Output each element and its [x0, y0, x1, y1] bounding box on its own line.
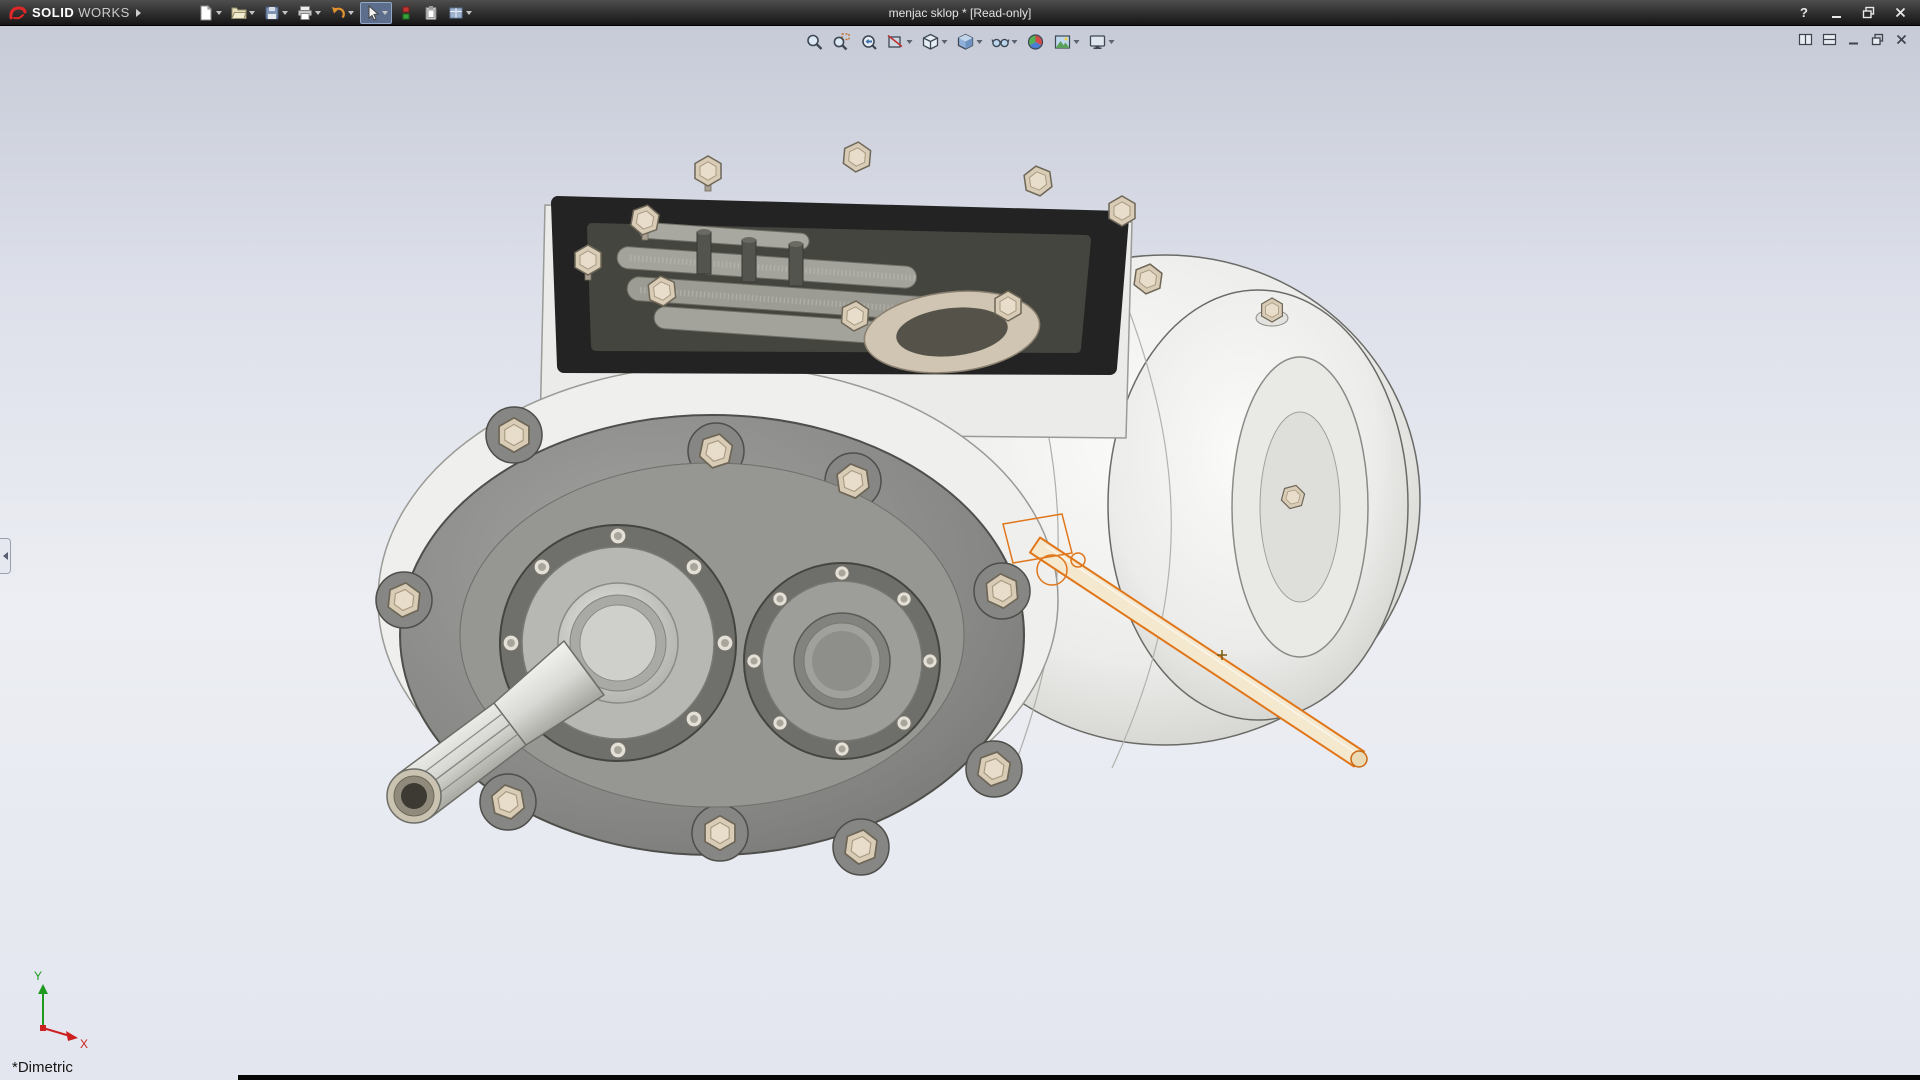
view-orientation-button[interactable]: [920, 31, 950, 53]
view-orientation-dropdown-arrow[interactable]: [942, 40, 948, 44]
section-view-dropdown-arrow[interactable]: [907, 40, 913, 44]
brand-arrow-icon[interactable]: [136, 9, 141, 17]
titlebar: SOLID WORKS: [0, 0, 1920, 26]
open-dropdown-arrow[interactable]: [249, 11, 255, 15]
select-cursor-icon: [364, 5, 380, 21]
minimize-icon: [1829, 5, 1844, 20]
minimize-button[interactable]: [1826, 4, 1846, 22]
tile-horizontal-icon: [1822, 32, 1837, 47]
options-dropdown-arrow[interactable]: [466, 11, 472, 15]
print-icon: [297, 5, 313, 21]
solidworks-logo[interactable]: SOLID WORKS: [0, 5, 149, 21]
clipboard-button[interactable]: [420, 2, 442, 24]
apply-scene-icon: [1054, 33, 1072, 51]
zoom-to-area-icon: [833, 33, 851, 51]
undo-button[interactable]: [327, 2, 357, 24]
hide-show-items-button[interactable]: [990, 31, 1020, 53]
apply-scene-button[interactable]: [1052, 31, 1082, 53]
new-document-dropdown-arrow[interactable]: [216, 11, 222, 15]
view-settings-dropdown-arrow[interactable]: [1109, 40, 1115, 44]
close-button[interactable]: [1890, 4, 1910, 22]
taskbar-edge: [238, 1075, 1920, 1080]
brand-text-bold: SOLID: [32, 5, 74, 20]
selection-indicator-icon: [398, 5, 414, 21]
triad-x-label: X: [80, 1037, 88, 1051]
view-settings-icon: [1089, 33, 1107, 51]
options-button[interactable]: [445, 2, 475, 24]
options-icon: [448, 5, 464, 21]
select-tool-button[interactable]: [360, 2, 392, 24]
new-document-icon: [198, 5, 214, 21]
section-view-icon: [887, 33, 905, 51]
selection-indicator-button[interactable]: [395, 2, 417, 24]
section-view-button[interactable]: [885, 31, 915, 53]
open-icon: [231, 5, 247, 21]
edit-appearance-button[interactable]: [1025, 31, 1047, 53]
previous-view-icon: [860, 33, 878, 51]
orientation-triad: Y X: [34, 969, 88, 1051]
print-dropdown-arrow[interactable]: [315, 11, 321, 15]
close-icon: [1893, 5, 1908, 20]
minimize-document-button[interactable]: [1845, 31, 1862, 48]
view-orientation-label: *Dimetric: [12, 1059, 73, 1076]
undo-dropdown-arrow[interactable]: [348, 11, 354, 15]
view-settings-button[interactable]: [1087, 31, 1117, 53]
display-style-dropdown-arrow[interactable]: [977, 40, 983, 44]
select-tool-dropdown-arrow[interactable]: [382, 11, 388, 15]
solidworks-logo-icon: [8, 5, 28, 21]
clipboard-icon: [423, 5, 439, 21]
zoom-to-fit-icon: [806, 33, 824, 51]
display-style-button[interactable]: [955, 31, 985, 53]
hide-show-items-icon: [992, 33, 1010, 51]
window-controls: ?: [1794, 4, 1920, 22]
help-icon: ?: [1800, 5, 1808, 20]
tile-vertical-button[interactable]: [1797, 31, 1814, 48]
previous-view-button[interactable]: [858, 31, 880, 53]
display-style-icon: [957, 33, 975, 51]
apply-scene-dropdown-arrow[interactable]: [1074, 40, 1080, 44]
close-document-icon: [1894, 32, 1909, 47]
window-title: menjac sklop * [Read-only]: [889, 6, 1032, 20]
titlebar-toolbar: [195, 2, 475, 24]
restore-document-icon: [1870, 32, 1885, 47]
hide-show-items-dropdown-arrow[interactable]: [1012, 40, 1018, 44]
restore-document-button[interactable]: [1869, 31, 1886, 48]
zoom-to-fit-button[interactable]: [804, 31, 826, 53]
side-cover-boss[interactable]: [744, 563, 940, 759]
zoom-to-area-button[interactable]: [831, 31, 853, 53]
featuremanager-flyout-tab[interactable]: [0, 538, 11, 574]
restore-icon: [1861, 5, 1876, 20]
open-button[interactable]: [228, 2, 258, 24]
minimize-document-icon: [1846, 32, 1861, 47]
new-document-button[interactable]: [195, 2, 225, 24]
print-button[interactable]: [294, 2, 324, 24]
brand-text-light: WORKS: [78, 5, 130, 20]
save-icon: [264, 5, 280, 21]
graphics-area[interactable]: Y X: [0, 26, 1920, 1080]
save-dropdown-arrow[interactable]: [282, 11, 288, 15]
tile-vertical-icon: [1798, 32, 1813, 47]
view-orientation-icon: [922, 33, 940, 51]
graphics-viewport[interactable]: Y X: [0, 26, 1920, 1080]
help-button[interactable]: ?: [1794, 4, 1814, 22]
restore-button[interactable]: [1858, 4, 1878, 22]
close-document-button[interactable]: [1893, 31, 1910, 48]
edit-appearance-icon: [1027, 33, 1045, 51]
document-window-controls: [1797, 31, 1910, 48]
headsup-view-toolbar: [804, 31, 1117, 53]
undo-icon: [330, 5, 346, 21]
triad-y-label: Y: [34, 969, 42, 983]
save-button[interactable]: [261, 2, 291, 24]
tile-horizontal-button[interactable]: [1821, 31, 1838, 48]
solidworks-window: SOLID WORKS: [0, 0, 1920, 1080]
